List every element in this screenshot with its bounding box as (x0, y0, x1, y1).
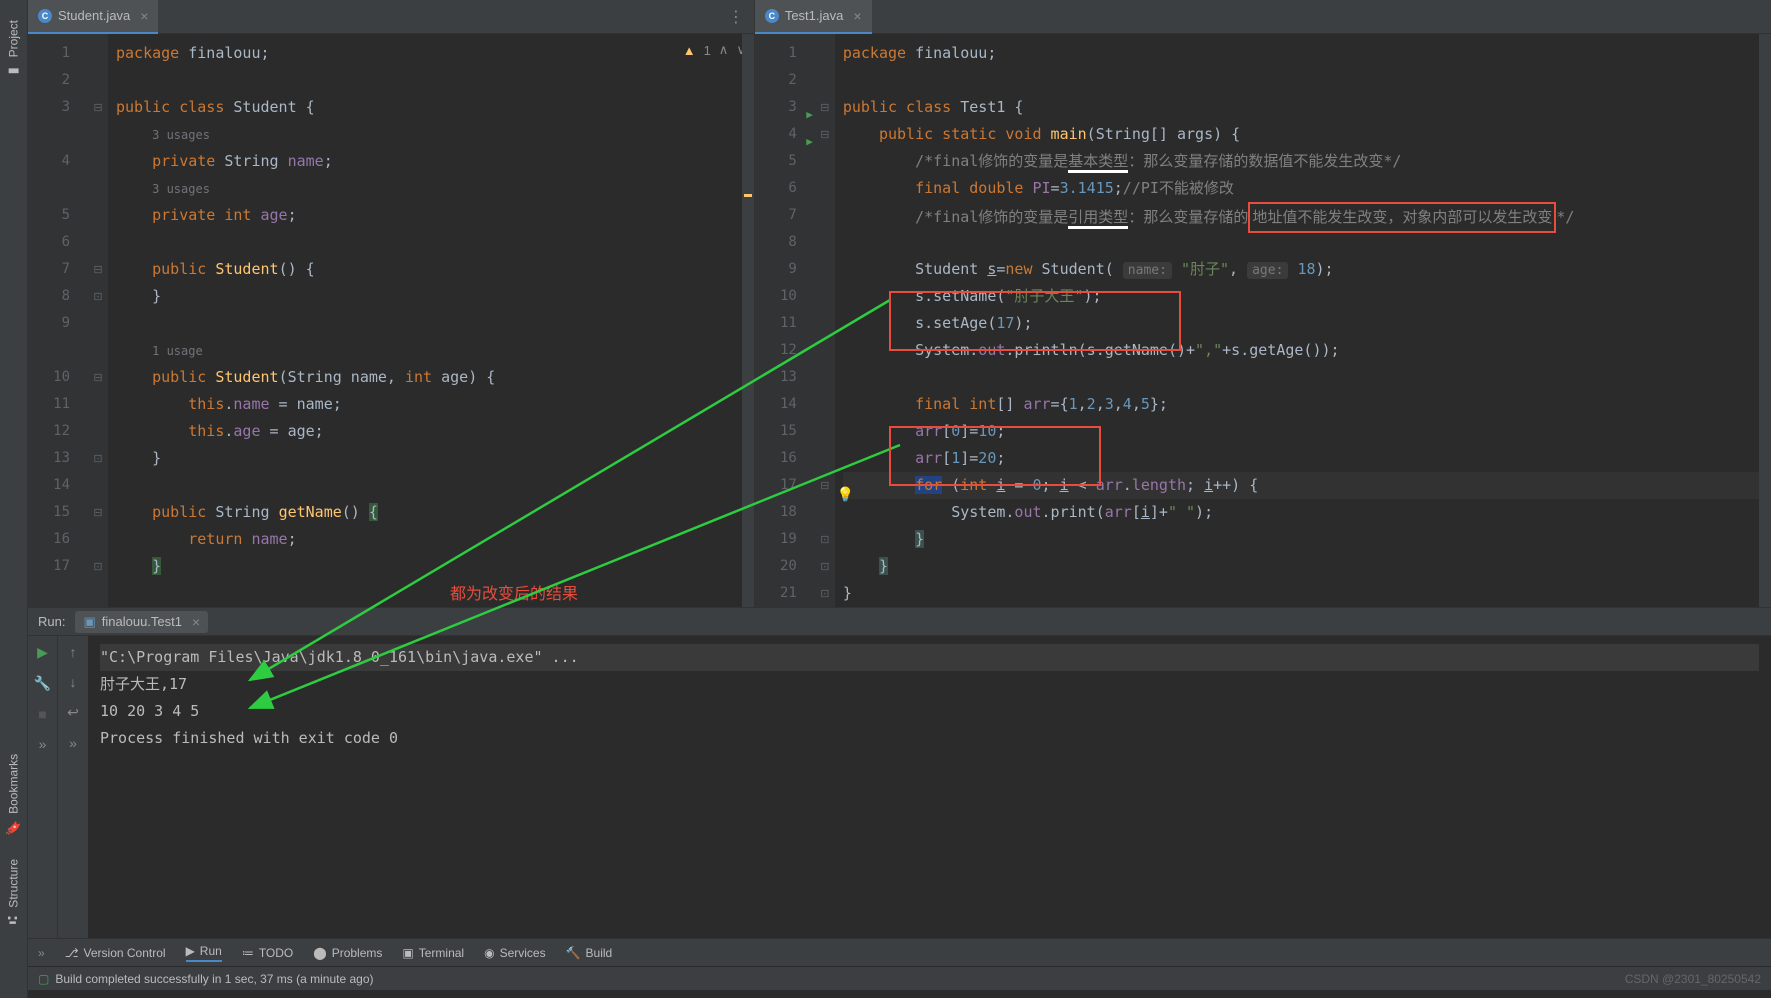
wrench-icon[interactable]: 🔧 (34, 675, 51, 692)
tool-services[interactable]: ◉Services (484, 946, 546, 960)
list-icon: ≔ (242, 946, 254, 960)
run-config-tab[interactable]: ▣ finalouu.Test1 × (75, 611, 208, 633)
tab-menu-icon[interactable]: ⋮ (718, 7, 754, 27)
structure-tab[interactable]: ⑆Structure (2, 847, 25, 938)
fold-column-right[interactable]: ⊟⊟⊟⊡⊡⊡ (815, 34, 835, 607)
status-ok-icon: ▢ (38, 972, 49, 986)
tab-bar-left: C Student.java × ⋮ (28, 0, 754, 34)
project-tab[interactable]: ▮Project (2, 8, 25, 89)
problems-icon: ⬤ (313, 946, 326, 960)
close-icon[interactable]: × (853, 8, 861, 24)
services-icon: ◉ (484, 946, 494, 960)
tab-student[interactable]: C Student.java × (28, 0, 158, 34)
rerun-icon[interactable]: ▶ (37, 644, 48, 661)
scrollbar-left[interactable] (742, 34, 754, 607)
tool-problems[interactable]: ⬤Problems (313, 946, 382, 960)
chevron-up-icon[interactable]: ∧ (719, 42, 729, 58)
fold-column-left[interactable]: ⊟⊟⊡⊟⊡⊟⊡ (88, 34, 108, 607)
tab-label: Test1.java (785, 8, 844, 23)
gutter-right[interactable]: 123▶4▶56789101112131415161718192021 (755, 34, 815, 607)
close-icon[interactable]: × (192, 614, 200, 630)
tab-bar-right: C Test1.java × (755, 0, 1771, 34)
scrollbar-right[interactable] (1759, 34, 1771, 607)
gutter-left[interactable]: 1234567891011121314151617 (28, 34, 88, 607)
warning-icon: ▲ (683, 43, 696, 58)
run-panel: Run: ▣ finalouu.Test1 × ▶ 🔧 ■ » ↑ ↓ ↩ (28, 608, 1771, 938)
terminal-icon: ▣ (402, 946, 413, 960)
branch-icon: ⎇ (65, 946, 79, 960)
up-icon[interactable]: ↑ (70, 644, 77, 660)
tool-run[interactable]: ▶Run (186, 944, 222, 962)
more-icon[interactable]: » (39, 736, 47, 752)
tab-test1[interactable]: C Test1.java × (755, 0, 872, 34)
play-icon: ▶ (186, 944, 195, 958)
editor-right: C Test1.java × 123▶4▶5678910111213141516… (755, 0, 1771, 607)
run-label: Run: (38, 614, 65, 629)
status-bar: ▢ Build completed successfully in 1 sec,… (28, 966, 1771, 990)
run-nav: ↑ ↓ ↩ » (58, 636, 88, 938)
run-output[interactable]: "C:\Program Files\Java\jdk1.8.0_161\bin\… (88, 636, 1771, 938)
softwrap-icon[interactable]: ↩ (67, 704, 79, 721)
scroll-icon[interactable]: » (69, 735, 77, 751)
code-area-right[interactable]: package finalouu;public class Test1 { pu… (835, 34, 1759, 607)
tool-vcs[interactable]: ⎇Version Control (65, 946, 166, 960)
down-icon[interactable]: ↓ (70, 674, 77, 690)
bookmarks-tab[interactable]: 🔖Bookmarks (2, 742, 25, 847)
editor-left: C Student.java × ⋮ 123456789101112131415… (28, 0, 755, 607)
status-message: Build completed successfully in 1 sec, 3… (55, 972, 373, 986)
close-icon[interactable]: × (140, 8, 148, 24)
app-icon: ▣ (83, 614, 95, 630)
run-header: Run: ▣ finalouu.Test1 × (28, 608, 1771, 636)
structure-icon: ⑆ (7, 912, 20, 927)
more-tools-icon[interactable]: » (38, 946, 45, 960)
tool-build[interactable]: 🔨Build (566, 946, 613, 960)
run-toolbar: ▶ 🔧 ■ » (28, 636, 58, 938)
tab-label: Student.java (58, 8, 130, 23)
watermark: CSDN @2301_80250542 (1625, 972, 1761, 986)
intention-bulb-icon[interactable]: 💡 (837, 486, 854, 503)
java-class-icon: C (38, 9, 52, 23)
stop-icon[interactable]: ■ (38, 706, 46, 722)
java-class-icon: C (765, 9, 779, 23)
folder-icon: ▮ (6, 62, 21, 77)
bookmark-icon: 🔖 (6, 820, 22, 835)
tool-todo[interactable]: ≔TODO (242, 946, 293, 960)
code-area-left[interactable]: package finalouu;public class Student { … (108, 34, 742, 607)
hammer-icon: 🔨 (566, 946, 581, 960)
left-tool-sidebar: ▮Project 🔖Bookmarks ⑆Structure (0, 0, 28, 998)
tool-terminal[interactable]: ▣Terminal (402, 946, 464, 960)
bottom-toolbar: » ⎇Version Control ▶Run ≔TODO ⬤Problems … (28, 938, 1771, 966)
inspection-widget[interactable]: ▲ 1 ∧ ∨ (683, 42, 746, 58)
